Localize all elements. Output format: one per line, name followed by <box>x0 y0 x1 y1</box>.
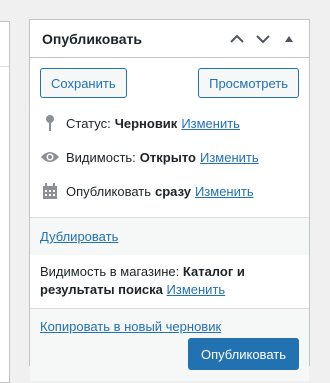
divider <box>0 66 9 67</box>
visibility-label: Видимость: <box>66 149 136 165</box>
preview-button[interactable]: Просмотреть <box>198 68 299 98</box>
visibility-row: Видимость: Открыто Изменить <box>40 140 299 174</box>
visibility-value: Открыто <box>139 149 196 165</box>
major-publishing-actions: Копировать в новый черновик Опубликовать <box>30 309 309 381</box>
publish-button[interactable]: Опубликовать <box>187 338 299 370</box>
publish-box: Опубликовать Сохранить Просмотреть Стату… <box>29 19 310 381</box>
status-label: Статус: <box>66 115 111 131</box>
publish-box-title: Опубликовать <box>42 30 142 47</box>
publish-time-row: Опубликовать сразу Изменить <box>40 174 299 208</box>
pin-icon <box>40 113 60 133</box>
duplicate-link[interactable]: Дублировать <box>40 229 118 244</box>
eye-icon <box>40 147 60 167</box>
adjacent-panel-edge <box>0 21 10 383</box>
minor-actions: Сохранить Просмотреть <box>30 58 309 98</box>
move-down-button[interactable] <box>251 27 275 51</box>
save-draft-button[interactable]: Сохранить <box>40 68 127 98</box>
status-value: Черновик <box>114 115 178 131</box>
publish-time-value: сразу <box>155 183 191 199</box>
edit-visibility-link[interactable]: Изменить <box>200 150 259 165</box>
edit-status-link[interactable]: Изменить <box>181 116 240 131</box>
publish-time-label: Опубликовать <box>66 183 152 199</box>
status-row: Статус: Черновик Изменить <box>40 106 299 140</box>
publish-box-header: Опубликовать <box>30 20 309 58</box>
chevron-down-icon <box>256 34 270 43</box>
catalog-visibility-label: Видимость в магазине: <box>40 264 180 279</box>
triangle-up-icon <box>285 35 293 42</box>
toggle-panel-button[interactable] <box>277 27 301 51</box>
move-up-button[interactable] <box>225 27 249 51</box>
duplicate-section: Дублировать <box>30 217 309 255</box>
copy-to-new-draft-link[interactable]: Копировать в новый черновик <box>40 319 221 334</box>
catalog-visibility-row: Видимость в магазине: Каталог и результа… <box>30 255 309 309</box>
calendar-icon <box>40 181 60 201</box>
misc-publishing-actions: Статус: Черновик Изменить Видимость: Отк… <box>30 98 309 208</box>
chevron-up-icon <box>230 34 244 43</box>
edit-publish-time-link[interactable]: Изменить <box>195 184 254 199</box>
edit-catalog-visibility-link[interactable]: Изменить <box>167 282 226 297</box>
